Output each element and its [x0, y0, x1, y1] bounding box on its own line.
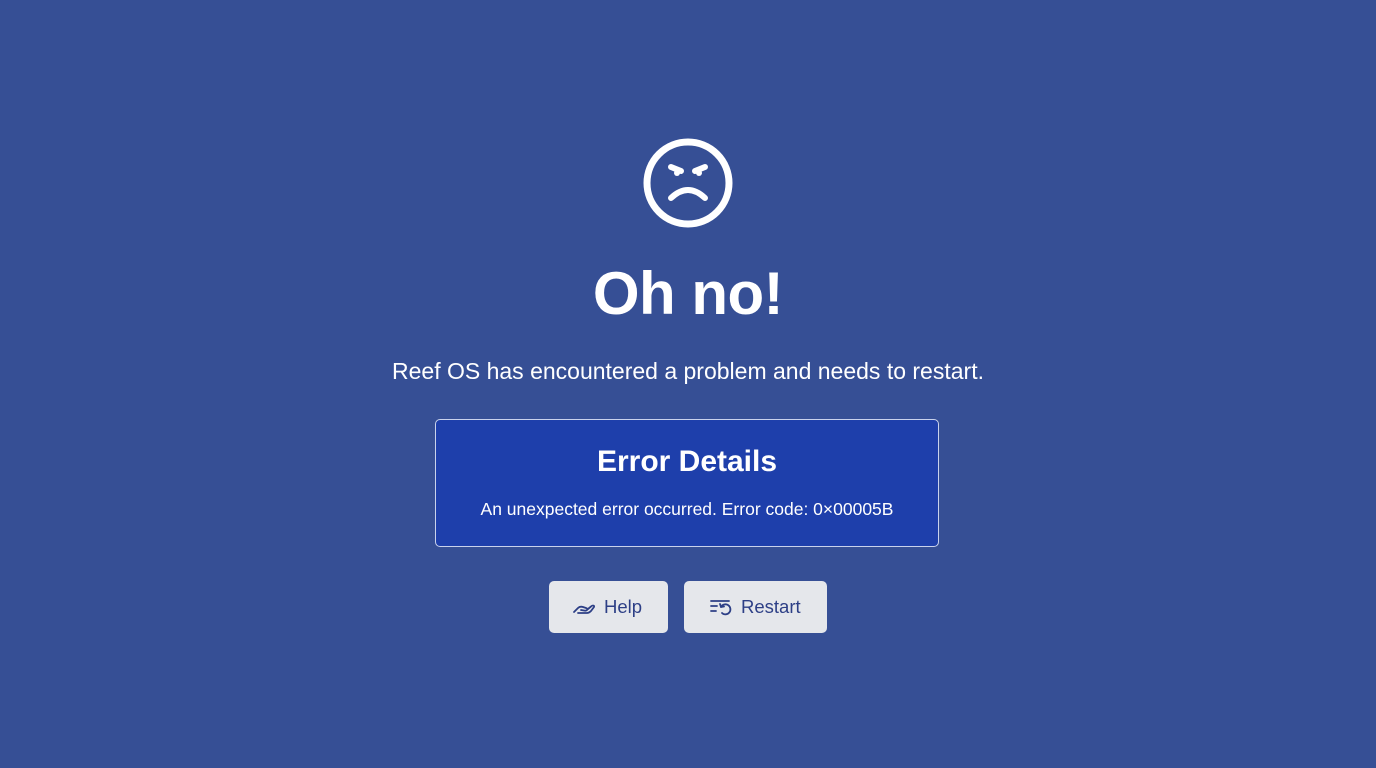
error-details-text: An unexpected error occurred. Error code…	[480, 499, 894, 519]
error-screen: Oh no! Reef OS has encountered a problem…	[0, 0, 1376, 768]
error-message: Reef OS has encountered a problem and ne…	[392, 358, 984, 384]
helping-hand-icon	[572, 595, 596, 619]
help-button-label: Help	[604, 596, 643, 617]
help-button[interactable]: Help	[549, 581, 668, 633]
angry-face-icon	[643, 138, 733, 228]
error-title: Oh no!	[592, 260, 784, 327]
error-details-panel: Error Details An unexpected error occurr…	[435, 419, 939, 547]
restart-button[interactable]: Restart	[684, 581, 827, 633]
error-details-title: Error Details	[596, 445, 778, 478]
restart-button-label: Restart	[741, 596, 801, 617]
restart-list-icon	[709, 595, 733, 619]
